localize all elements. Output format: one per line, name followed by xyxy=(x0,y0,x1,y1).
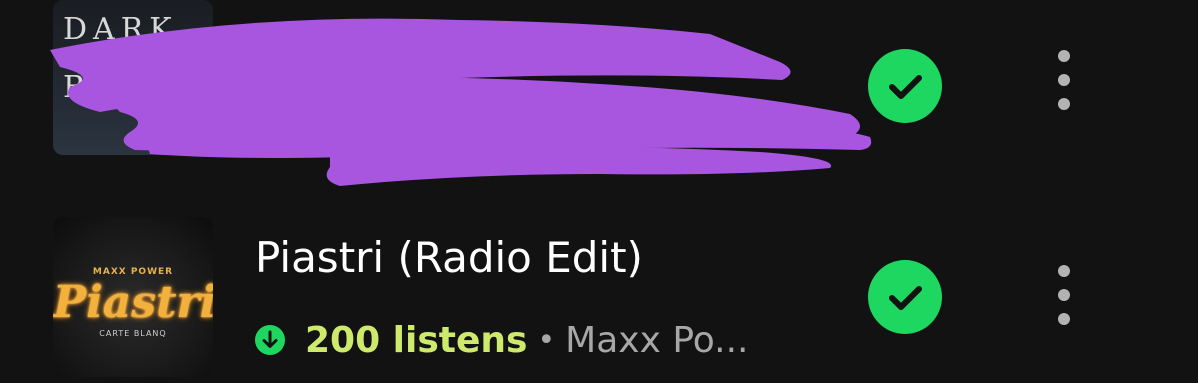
more-options-button[interactable] xyxy=(1050,48,1080,118)
more-vertical-icon xyxy=(1058,50,1070,62)
album-cover: MAXX POWER Piastri CARTE BLANQ xyxy=(53,217,213,377)
track-title: Piastri (Radio Edit) xyxy=(255,233,643,282)
track-meta: 200 listens • Maxx Po... xyxy=(255,315,749,365)
separator-dot: • xyxy=(537,322,556,358)
saved-check-button[interactable] xyxy=(868,260,942,334)
cover-subtitle-text: CARTE BLANQ xyxy=(99,329,167,338)
check-circle-icon xyxy=(889,286,922,310)
saved-check-button[interactable] xyxy=(868,49,942,123)
artist-name[interactable]: Maxx Po... xyxy=(565,320,748,361)
track-row[interactable]: DARK BL xyxy=(0,0,1198,186)
cover-title-text: Piastri xyxy=(53,277,213,328)
track-row[interactable]: MAXX POWER Piastri CARTE BLANQ Piastri (… xyxy=(0,205,1198,377)
redaction-scribble xyxy=(50,18,872,186)
cover-brand-text: MAXX POWER xyxy=(92,267,174,277)
more-vertical-icon xyxy=(1058,265,1070,277)
more-options-button[interactable] xyxy=(1050,263,1080,333)
check-circle-icon xyxy=(889,75,922,99)
listen-count: 200 listens xyxy=(305,319,528,361)
download-icon xyxy=(255,325,285,355)
